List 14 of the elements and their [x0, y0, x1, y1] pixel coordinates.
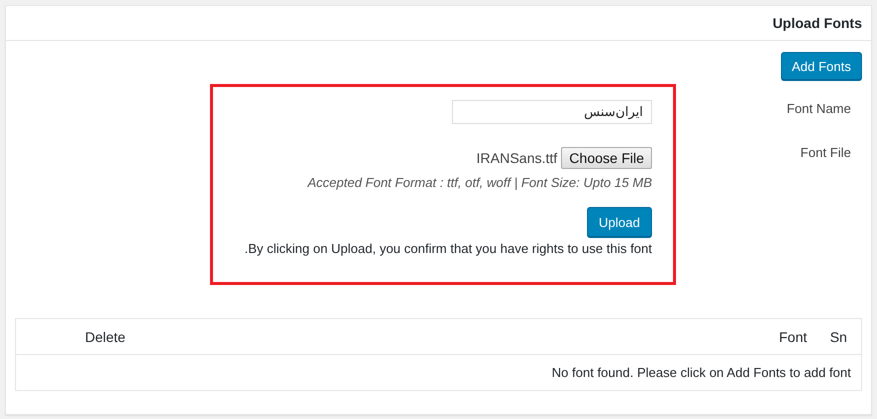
rights-notice: .By clicking on Upload, you confirm that you have rights to use this font	[244, 241, 652, 256]
font-name-field[interactable]: ایران‌سنس	[452, 100, 652, 124]
column-header: Font	[778, 328, 808, 344]
field-label: Font File	[800, 145, 851, 160]
format-hint: Accepted Font Format : ttf, otf, woff | Font Size: Upto 15 MB	[308, 175, 652, 190]
column-header: Delete	[85, 328, 126, 344]
upload-button[interactable]: Upload	[586, 207, 652, 237]
add-fonts-button[interactable]: Add Fonts	[780, 52, 862, 80]
choose-file-button[interactable]: Choose File	[561, 147, 652, 169]
file-name: IRANSans.ttf	[476, 150, 558, 166]
panel-title: Upload Fonts	[772, 15, 862, 31]
empty-message: No font found. Please click on Add Fonts to add font	[552, 365, 851, 380]
field-label: Font Name	[786, 101, 851, 116]
column-header: Sn	[828, 328, 848, 344]
